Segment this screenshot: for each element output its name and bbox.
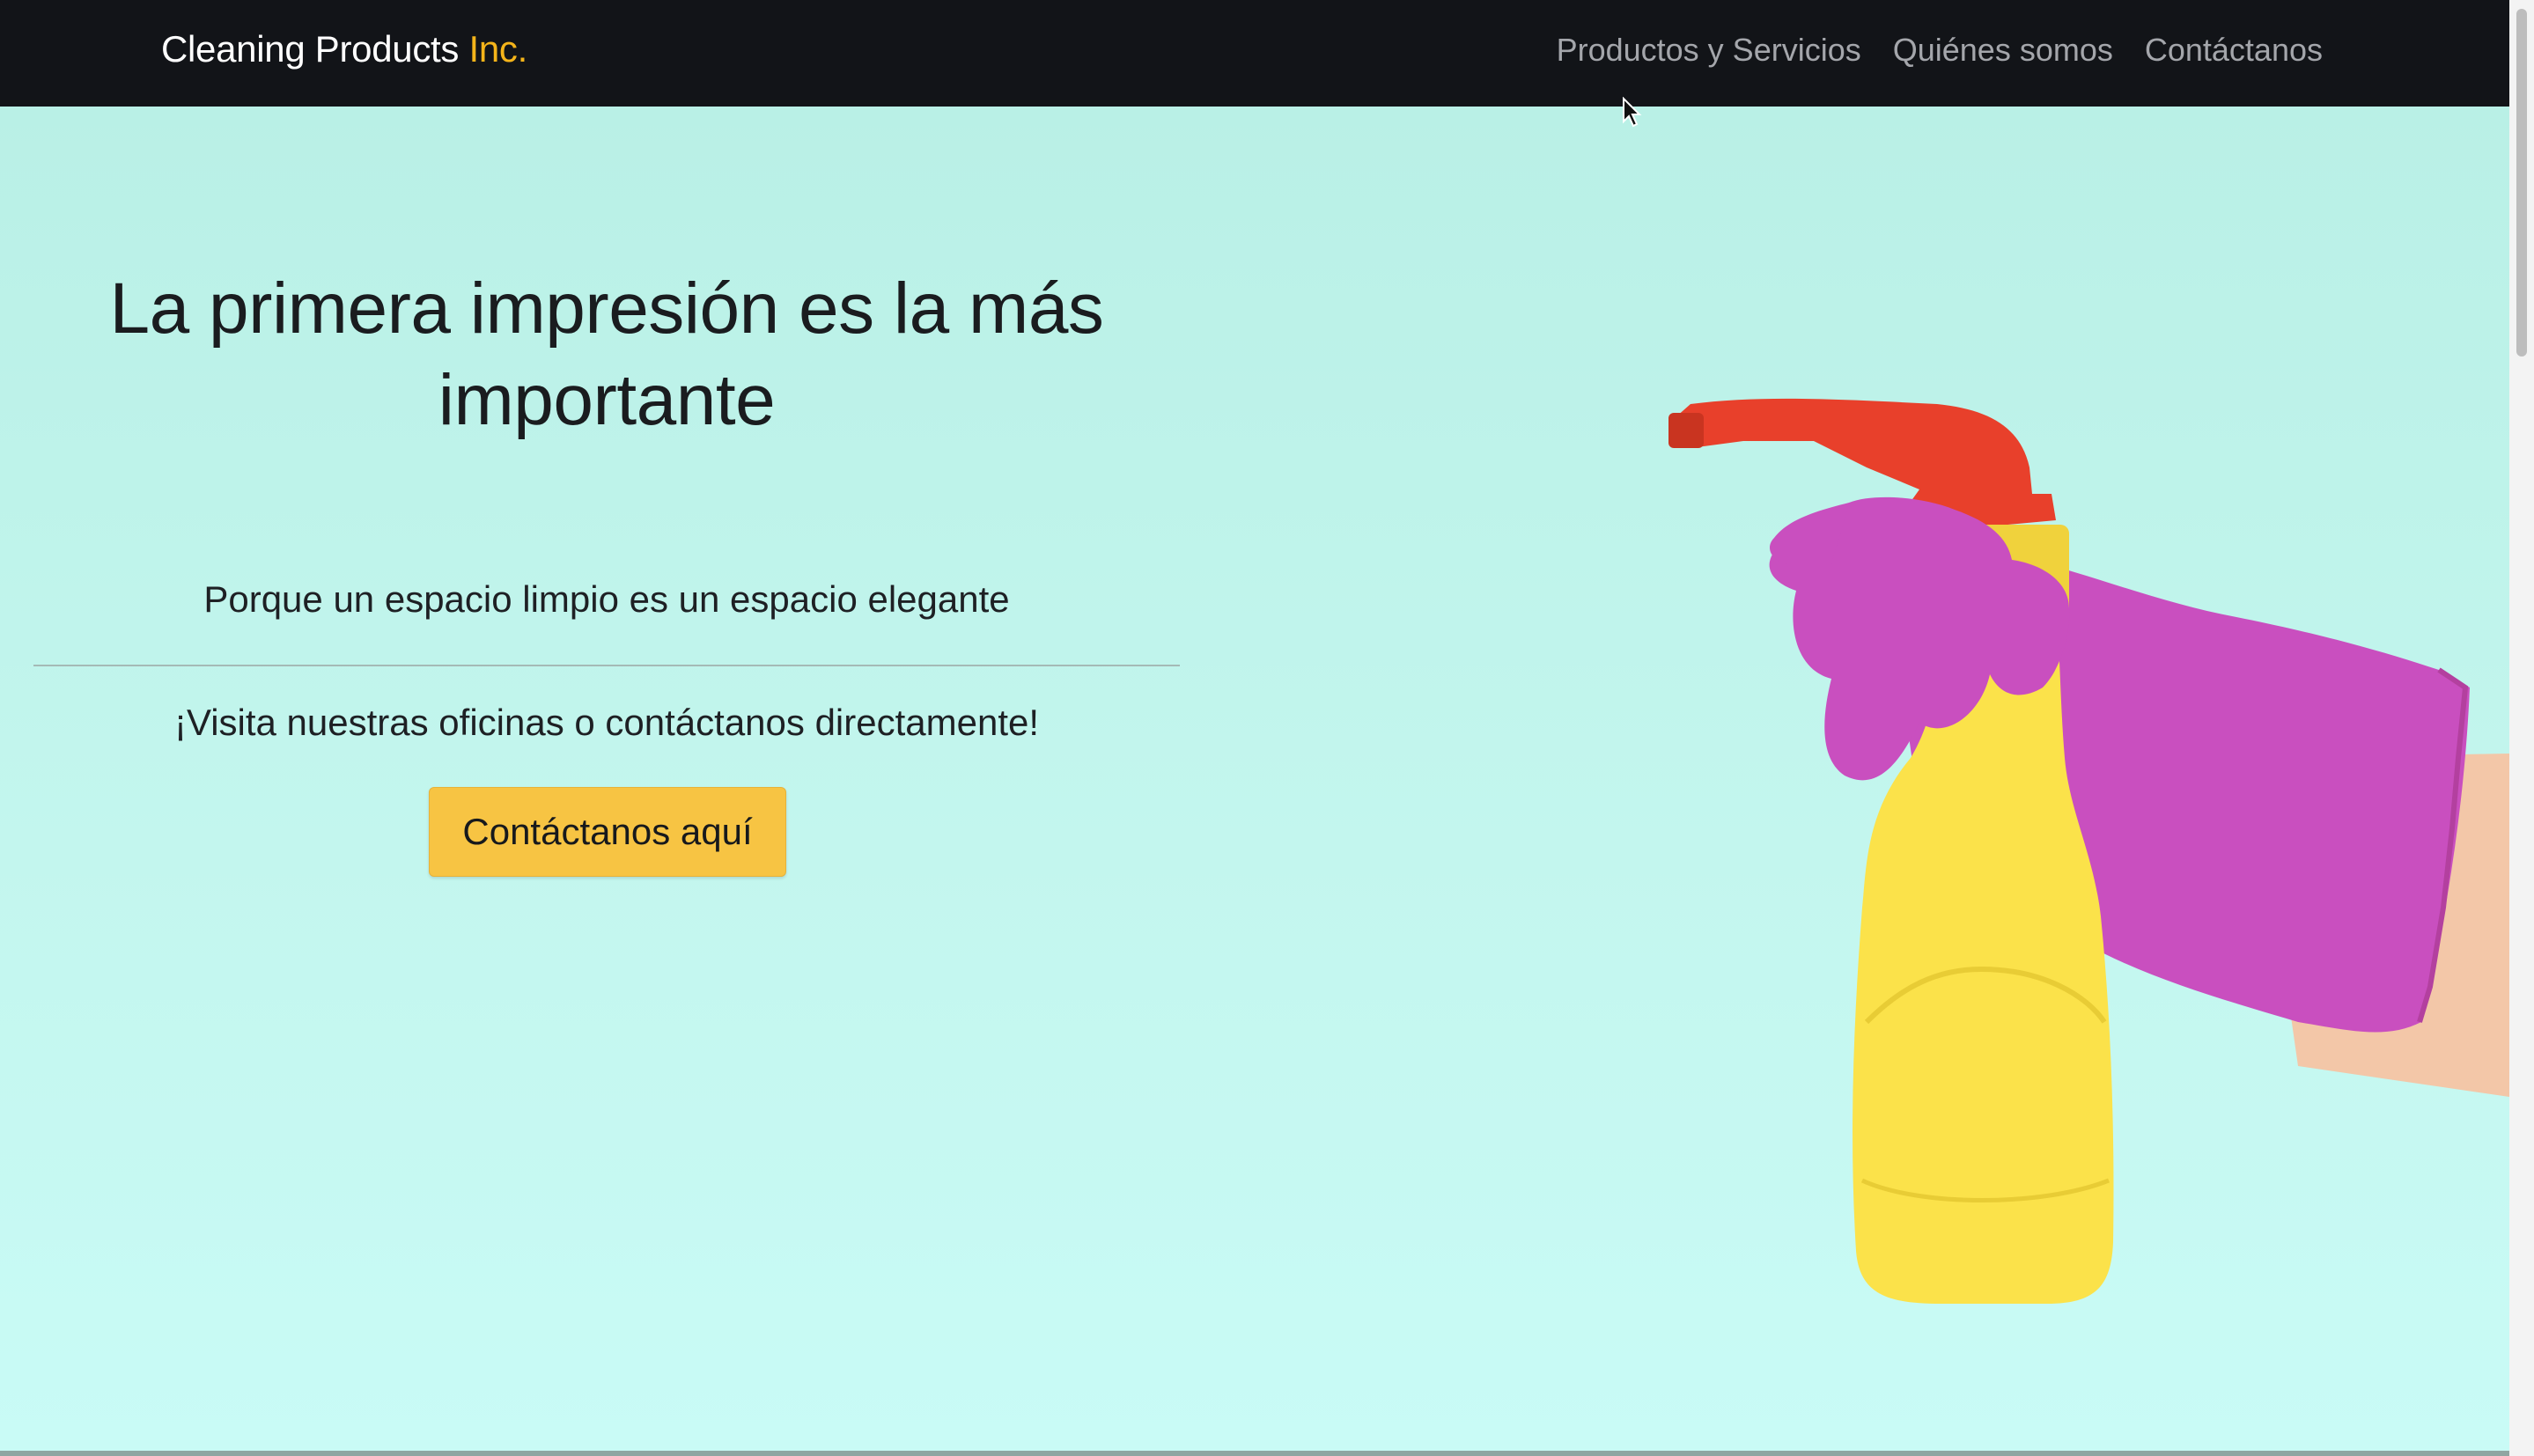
brand-accent: Inc. bbox=[468, 28, 527, 70]
hero-subtitle: Porque un espacio limpio es un espacio e… bbox=[203, 578, 1010, 620]
mouse-cursor-icon bbox=[1623, 97, 1642, 128]
scrollbar-thumb[interactable] bbox=[2516, 9, 2527, 357]
vertical-scrollbar[interactable] bbox=[2509, 0, 2534, 1456]
hero-section: La primera impresión es la más important… bbox=[0, 107, 2509, 1451]
hero-visit-text: ¡Visita nuestras oficinas o contáctanos … bbox=[173, 702, 1040, 743]
browser-viewport: Cleaning Products Inc. Productos y Servi… bbox=[0, 0, 2534, 1456]
top-navbar: Cleaning Products Inc. Productos y Servi… bbox=[0, 0, 2509, 107]
hero-title: La primera impresión es la más important… bbox=[109, 268, 1104, 440]
brand-name: Cleaning Products bbox=[161, 28, 460, 70]
nav-link-contactanos[interactable]: Contáctanos bbox=[2145, 32, 2323, 69]
divider bbox=[33, 665, 1180, 666]
nav-link-productos-servicios[interactable]: Productos y Servicios bbox=[1557, 32, 1861, 69]
hand-spray-bottle-image bbox=[1668, 398, 2509, 1304]
nav-links: Productos y Servicios Quiénes somos Cont… bbox=[1557, 32, 2323, 69]
nav-link-quienes-somos[interactable]: Quiénes somos bbox=[1893, 32, 2113, 69]
contact-cta-button[interactable]: Contáctanos aquí bbox=[429, 787, 786, 877]
page-bottom-edge bbox=[0, 1451, 2509, 1456]
spray-nozzle bbox=[1668, 413, 1704, 448]
brand-logo[interactable]: Cleaning Products Inc. bbox=[161, 28, 527, 70]
